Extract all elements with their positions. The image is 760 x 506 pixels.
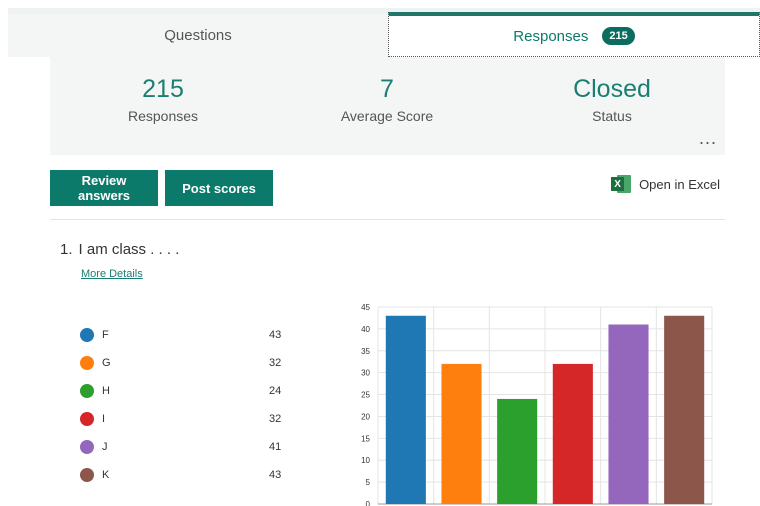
y-tick-label: 35: [361, 347, 370, 356]
average-score-value: 7: [380, 75, 394, 103]
legend-dot-icon: [80, 440, 94, 454]
y-tick-label: 5: [366, 478, 371, 487]
legend-label: G: [102, 357, 111, 369]
legend-label: K: [102, 469, 110, 481]
excel-icon: X: [611, 174, 632, 194]
y-tick-label: 45: [361, 303, 370, 312]
legend-count: 24: [269, 385, 282, 397]
divider: [50, 219, 725, 220]
status-value: Closed: [573, 75, 651, 103]
responses-stat-label: Responses: [127, 108, 199, 124]
review-answers-button[interactable]: Review answers: [50, 170, 158, 206]
bar-g: [441, 363, 482, 504]
legend: F 43 G 32 H 24 I 32 J 41 K 43: [80, 325, 290, 493]
bar-f: [385, 315, 426, 504]
legend-dot-icon: [80, 356, 94, 370]
legend-dot-icon: [80, 384, 94, 398]
question-number: 1.: [60, 241, 73, 258]
question-text: I am class . . . .: [78, 241, 180, 258]
summary-panel: 215 Responses 7 Average Score Closed Sta…: [50, 57, 725, 155]
average-score-stat: 7 Average Score: [277, 74, 497, 124]
status-label: Status: [592, 108, 632, 124]
tab-responses-label: Responses: [513, 27, 589, 45]
y-tick-label: 20: [361, 412, 370, 421]
bar-h: [497, 398, 538, 504]
legend-count: 41: [269, 441, 282, 453]
tab-responses[interactable]: Responses 215: [388, 12, 760, 57]
legend-dot-icon: [80, 328, 94, 342]
post-scores-button[interactable]: Post scores: [165, 170, 273, 206]
responses-count: 215: [142, 75, 184, 103]
y-tick-label: 25: [361, 391, 370, 400]
tab-questions[interactable]: Questions: [8, 14, 388, 57]
tab-bar: Questions Responses 215: [8, 12, 760, 57]
legend-item: F 43: [80, 325, 290, 353]
legend-label: I: [102, 413, 106, 425]
y-tick-label: 40: [361, 325, 370, 334]
legend-count: 32: [269, 357, 282, 369]
legend-count: 43: [269, 329, 282, 341]
y-tick-label: 30: [361, 369, 370, 378]
y-tick-label: 10: [361, 456, 370, 465]
status-stat: Closed Status: [502, 74, 722, 124]
open-in-excel-link[interactable]: X Open in Excel: [611, 174, 720, 194]
legend-item: K 43: [80, 465, 290, 493]
average-score-label: Average Score: [340, 108, 434, 124]
legend-count: 43: [269, 469, 282, 481]
y-tick-label: 0: [366, 500, 371, 506]
legend-label: H: [102, 385, 110, 397]
legend-label: F: [102, 329, 109, 341]
question-title: 1. I am class . . . .: [60, 241, 179, 258]
legend-item: G 32: [80, 353, 290, 381]
bar-i: [552, 363, 593, 504]
responses-count-badge: 215: [602, 27, 635, 45]
more-details-link[interactable]: More Details: [81, 268, 143, 280]
legend-item: J 41: [80, 437, 290, 465]
tab-questions-label: Questions: [164, 27, 232, 44]
more-options-icon[interactable]: ...: [699, 128, 717, 149]
bar-k: [664, 315, 705, 504]
legend-item: I 32: [80, 409, 290, 437]
legend-dot-icon: [80, 412, 94, 426]
responses-stat: 215 Responses: [53, 74, 273, 124]
legend-count: 32: [269, 413, 282, 425]
y-tick-label: 15: [361, 434, 370, 443]
legend-dot-icon: [80, 468, 94, 482]
bar-chart: 0 5 10 15 20 25 30 35 40 45: [361, 303, 713, 506]
bar-j: [608, 324, 649, 504]
legend-label: J: [102, 441, 108, 453]
open-in-excel-label: Open in Excel: [639, 176, 720, 192]
legend-item: H 24: [80, 381, 290, 409]
